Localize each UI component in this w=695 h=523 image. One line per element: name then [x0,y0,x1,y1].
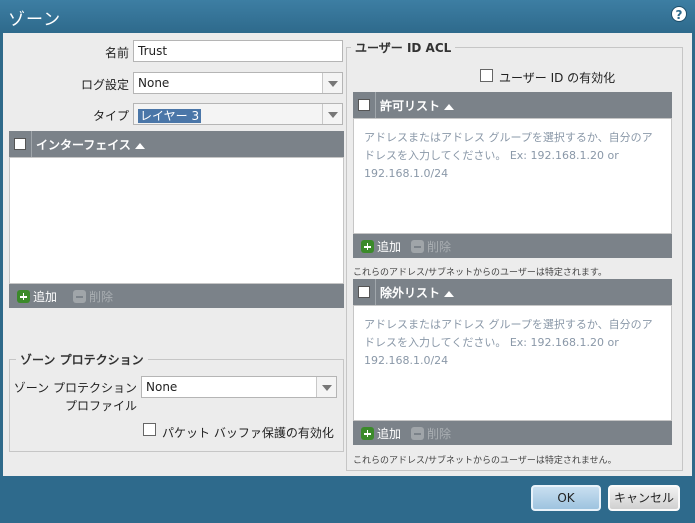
exclude-list-column-label: 除外リスト [380,286,441,300]
include-list-header: 許可リスト [353,92,672,118]
exclude-add-label: 追加 [377,427,402,441]
include-list-column-header[interactable]: 許可リスト [380,97,455,114]
exclude-placeholder-line-3: 192.168.1.0/24 [364,354,449,367]
chevron-down-icon[interactable] [322,73,342,93]
exclude-delete-button[interactable]: 削除 [411,425,451,442]
include-delete-label: 削除 [427,240,452,254]
select-all-checkbox[interactable] [14,138,26,150]
include-list-note: これらのアドレス/サブネットからのユーザーは特定されます。 [353,268,607,278]
select-all-checkbox[interactable] [358,286,370,298]
include-placeholder-line-2: ドレスを入力してください。 Ex: 192.168.1.20 or [364,149,619,162]
exclude-list-footer: 追加 削除 [353,421,672,445]
plus-icon [361,427,374,440]
minus-icon [411,427,424,440]
dialog-body: 名前 Trust ログ設定 None タイプ レイヤー 3 インターフェイス 追… [3,33,692,476]
log-setting-select[interactable]: None [133,72,343,94]
plus-icon [17,290,30,303]
sort-ascending-icon [444,290,455,297]
minus-icon [411,240,424,253]
exclude-placeholder-line-2: ドレスを入力してください。 Ex: 192.168.1.20 or [364,336,619,349]
dialog-footer: OK キャンセル [0,476,695,523]
exclude-list-body[interactable]: アドレスまたはアドレス グループを選択するか、自分のア ドレスを入力してください… [353,305,672,421]
chevron-down-icon[interactable] [322,104,342,124]
select-all-checkbox[interactable] [358,99,370,111]
include-placeholder-line-1: アドレスまたはアドレス グループを選択するか、自分のア [364,131,653,144]
protection-profile-label: ゾーン プロテクション [13,381,137,395]
type-value: レイヤー 3 [138,109,202,123]
header-divider [31,131,32,157]
exclude-list-note: これらのアドレス/サブネットからのユーザーは特定されません。 [353,456,617,466]
help-icon[interactable]: ? [671,6,687,22]
interfaces-grid-body[interactable] [9,157,344,284]
include-list-body[interactable]: アドレスまたはアドレス グループを選択するか、自分のア ドレスを入力してください… [353,118,672,234]
name-label: 名前 [104,46,129,60]
protection-profile-label-2: プロファイル [64,399,137,413]
interfaces-delete-button[interactable]: 削除 [73,288,113,305]
chevron-down-icon[interactable] [316,377,336,397]
protection-profile-select[interactable]: None [141,376,337,398]
protection-profile-value: None [146,380,178,394]
user-id-acl-legend: ユーザー ID ACL [351,39,456,56]
include-list-placeholder: アドレスまたはアドレス グループを選択するか、自分のア ドレスを入力してください… [364,129,664,183]
header-divider [375,279,376,305]
exclude-list-header: 除外リスト [353,279,672,305]
exclude-placeholder-line-1: アドレスまたはアドレス グループを選択するか、自分のア [364,318,653,331]
name-input-value: Trust [138,44,168,58]
log-setting-label: ログ設定 [80,78,129,92]
exclude-list-placeholder: アドレスまたはアドレス グループを選択するか、自分のア ドレスを入力してください… [364,316,664,370]
exclude-add-button[interactable]: 追加 [361,425,401,442]
include-list-column-label: 許可リスト [380,99,441,113]
interfaces-delete-label: 削除 [89,290,114,304]
sort-ascending-icon [134,142,145,149]
interfaces-column-label: インターフェイス [36,138,131,152]
header-divider [375,92,376,118]
minus-icon [73,290,86,303]
packet-buffer-label: パケット バッファ保護の有効化 [162,426,334,440]
exclude-list-column-header[interactable]: 除外リスト [380,284,455,301]
cancel-button[interactable]: キャンセル [608,485,680,511]
dialog-titlebar: ゾーン ? [0,0,695,33]
enable-user-id-label: ユーザー ID の有効化 [499,71,616,85]
plus-icon [361,240,374,253]
interfaces-add-label: 追加 [33,290,58,304]
sort-ascending-icon [444,103,455,110]
exclude-delete-label: 削除 [427,427,452,441]
dialog-title: ゾーン [8,10,62,30]
enable-user-id-checkbox[interactable] [480,69,493,82]
packet-buffer-checkbox[interactable] [143,423,156,436]
interfaces-grid-header: インターフェイス [9,131,344,157]
interfaces-grid-footer: 追加 削除 [9,284,344,308]
interfaces-column-header[interactable]: インターフェイス [36,136,145,153]
interfaces-add-button[interactable]: 追加 [17,288,57,305]
include-placeholder-line-3: 192.168.1.0/24 [364,167,449,180]
include-add-button[interactable]: 追加 [361,238,401,255]
include-list-footer: 追加 削除 [353,234,672,258]
include-add-label: 追加 [377,240,402,254]
type-label: タイプ [92,109,129,123]
log-setting-value: None [138,76,170,90]
type-select[interactable]: レイヤー 3 [133,103,343,125]
ok-button[interactable]: OK [531,485,601,511]
include-delete-button[interactable]: 削除 [411,238,451,255]
zone-protection-legend: ゾーン プロテクション [16,351,148,368]
name-input[interactable]: Trust [133,40,343,62]
